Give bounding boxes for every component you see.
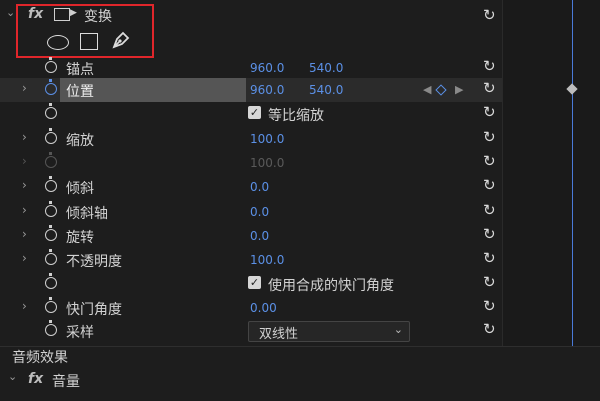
position-x-value[interactable]: 960.0 (250, 83, 284, 97)
reset-icon[interactable]: ↺ (480, 57, 498, 75)
shutter-angle-value[interactable]: 0.00 (250, 301, 277, 315)
expand-chevron-icon[interactable]: › (22, 299, 27, 313)
property-row-position[interactable]: › 位置 960.0 540.0 ◀ ▶ ↺ (0, 78, 502, 102)
expand-chevron-icon[interactable]: › (22, 81, 27, 95)
reset-icon[interactable]: ↺ (480, 320, 498, 338)
property-row-rotation: › 旋转 0.0 ↺ (0, 224, 502, 248)
stopwatch-icon[interactable] (45, 225, 57, 241)
stopwatch-icon[interactable] (45, 176, 57, 192)
stopwatch-icon[interactable] (45, 273, 57, 289)
reset-icon[interactable]: ↺ (480, 273, 498, 291)
property-row-shutter-angle: › 快门角度 0.00 ↺ (0, 296, 502, 320)
audio-effects-header: 音频效果 (0, 346, 502, 368)
reset-icon[interactable]: ↺ (480, 6, 498, 24)
reset-icon[interactable]: ↺ (480, 103, 498, 121)
property-row-skew: › 倾斜 0.0 ↺ (0, 175, 502, 199)
add-keyframe-icon[interactable] (435, 84, 447, 96)
section-title: 音频效果 (12, 350, 68, 366)
position-y-value[interactable]: 540.0 (309, 83, 343, 97)
stopwatch-icon[interactable] (45, 297, 57, 313)
checkbox-label: 等比缩放 (268, 108, 324, 124)
rectangle-mask-icon[interactable] (80, 33, 98, 50)
property-label: 位置 (66, 84, 94, 100)
property-row-anchor: 锚点 960.0 540.0 ↺ (0, 56, 502, 80)
stopwatch-icon[interactable] (45, 128, 57, 144)
stopwatch-icon (45, 152, 57, 168)
scale-value[interactable]: 100.0 (250, 132, 284, 146)
stopwatch-icon[interactable] (45, 201, 57, 217)
property-label: 采样 (66, 325, 94, 341)
stopwatch-icon[interactable] (45, 249, 57, 265)
reset-icon[interactable]: ↺ (480, 176, 498, 194)
playhead[interactable] (572, 0, 573, 346)
property-label: 旋转 (66, 230, 94, 246)
rotation-value[interactable]: 0.0 (250, 229, 269, 243)
property-row-scale-width: › 100.0 ↺ (0, 151, 502, 175)
expand-chevron-icon[interactable]: › (22, 251, 27, 265)
expand-chevron-icon[interactable]: › (22, 178, 27, 192)
dropdown-value: 双线性 (259, 327, 299, 342)
stopwatch-icon[interactable] (45, 103, 57, 119)
property-label: 锚点 (66, 62, 94, 78)
stopwatch-icon[interactable] (45, 79, 57, 95)
property-row-uniform-scale: ✓ 等比缩放 ↺ (0, 102, 502, 126)
scale-width-value: 100.0 (250, 156, 285, 170)
effect-title: 音量 (52, 374, 80, 390)
opacity-value[interactable]: 100.0 (250, 253, 284, 267)
effect-controls-panel: ⌄ fx ▶ 变换 ↺ 锚点 960.0 540.0 ↺ › 位置 960.0 … (0, 0, 600, 401)
keyframe-timeline[interactable] (502, 0, 600, 400)
expand-chevron-icon[interactable]: › (22, 130, 27, 144)
reset-icon[interactable]: ↺ (480, 297, 498, 315)
stopwatch-icon[interactable] (45, 320, 57, 336)
expand-chevron-icon[interactable]: › (22, 227, 27, 241)
property-row-skew-axis: › 倾斜轴 0.0 ↺ (0, 200, 502, 224)
property-row-comp-shutter: ✓ 使用合成的快门角度 ↺ (0, 272, 502, 296)
comp-shutter-checkbox[interactable]: ✓ (248, 276, 261, 289)
uniform-scale-checkbox[interactable]: ✓ (248, 106, 261, 119)
property-row-scale: › 缩放 100.0 ↺ (0, 127, 502, 151)
property-label: 倾斜 (66, 181, 94, 197)
anchor-y-value[interactable]: 540.0 (309, 61, 343, 75)
anchor-x-value[interactable]: 960.0 (250, 61, 284, 75)
reset-icon[interactable]: ↺ (480, 201, 498, 219)
expand-chevron-icon[interactable]: › (22, 203, 27, 217)
fx-icon[interactable]: fx (28, 371, 43, 387)
property-label: 缩放 (66, 133, 94, 149)
chevron-down-icon: ⌄ (393, 323, 403, 336)
prev-keyframe-icon[interactable]: ◀ (423, 83, 431, 96)
reset-icon[interactable]: ↺ (480, 128, 498, 146)
property-row-sampling: 采样 双线性 ⌄ ↺ (0, 319, 502, 343)
pen-mask-icon[interactable] (108, 29, 132, 53)
next-keyframe-icon[interactable]: ▶ (455, 83, 463, 96)
skew-value[interactable]: 0.0 (250, 180, 269, 194)
property-row-opacity: › 不透明度 100.0 ↺ (0, 248, 502, 272)
collapse-chevron-icon[interactable]: ⌄ (6, 6, 15, 19)
stopwatch-icon[interactable] (45, 57, 57, 73)
expand-chevron-icon: › (22, 154, 27, 168)
collapse-chevron-icon[interactable]: ⌄ (8, 370, 17, 383)
property-label: 倾斜轴 (66, 206, 108, 222)
reset-icon[interactable]: ↺ (480, 79, 498, 97)
property-label: 快门角度 (66, 302, 122, 318)
checkbox-label: 使用合成的快门角度 (268, 278, 394, 294)
reset-icon[interactable]: ↺ (480, 225, 498, 243)
reset-icon[interactable]: ↺ (480, 152, 498, 170)
property-label: 不透明度 (66, 254, 122, 270)
skew-axis-value[interactable]: 0.0 (250, 205, 269, 219)
sampling-dropdown[interactable]: 双线性 ⌄ (248, 321, 410, 342)
reset-icon[interactable]: ↺ (480, 249, 498, 267)
ellipse-mask-icon[interactable] (47, 35, 69, 50)
volume-effect-row[interactable]: ⌄ fx 音量 (0, 370, 502, 392)
